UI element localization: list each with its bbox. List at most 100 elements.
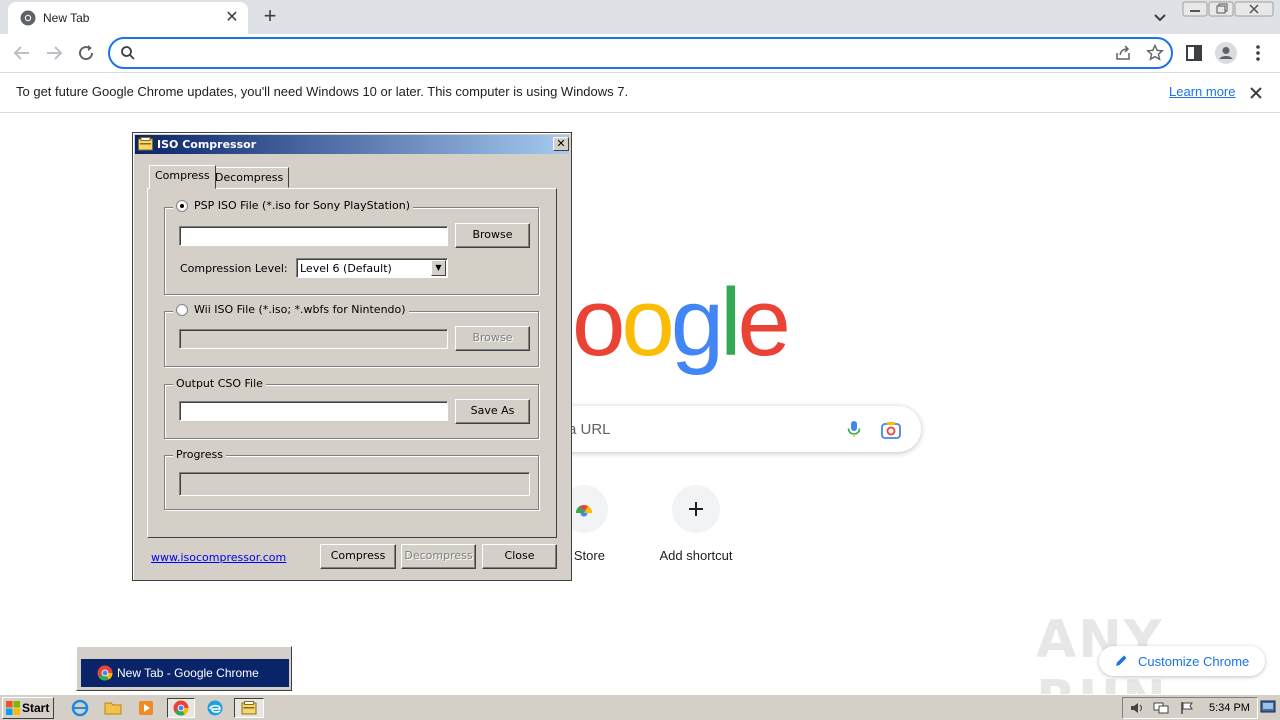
show-desktop-icon[interactable]: [1260, 698, 1276, 716]
customize-chrome-button[interactable]: Customize Chrome: [1099, 646, 1265, 676]
psp-browse-button[interactable]: Browse: [455, 223, 530, 248]
pencil-icon: [1116, 655, 1127, 666]
taskbar-item-chrome[interactable]: New Tab - Google Chrome: [81, 659, 289, 687]
windows-logo-icon: [6, 701, 20, 715]
progress-group: Progress: [164, 448, 539, 510]
dialog-close-icon[interactable]: ✕: [553, 137, 569, 151]
google-logo: oogle: [572, 268, 791, 378]
tab-compress[interactable]: Compress: [149, 165, 216, 189]
website-link[interactable]: www.isocompressor.com: [151, 551, 286, 564]
plus-icon: [689, 502, 703, 516]
internet-explorer-icon[interactable]: [69, 698, 91, 718]
update-infobar: To get future Google Chrome updates, you…: [0, 72, 1280, 113]
customize-chrome-label: Customize Chrome: [1138, 654, 1250, 669]
psp-file-input[interactable]: [179, 226, 448, 246]
wii-group: Wii ISO File (*.iso; *.wbfs for Nintendo…: [164, 303, 539, 367]
network-icon[interactable]: [1153, 701, 1169, 715]
wii-radio-label: Wii ISO File (*.iso; *.wbfs for Nintendo…: [194, 303, 406, 316]
close-button[interactable]: Close: [482, 544, 557, 569]
app-icon: [138, 137, 153, 151]
chrome-icon: [173, 700, 189, 716]
taskbar-clock[interactable]: 5:34 PM: [1209, 702, 1250, 714]
compress-tab-panel: PSP ISO File (*.iso for Sony PlayStation…: [147, 188, 557, 538]
system-tray: 5:34 PM: [1122, 697, 1258, 719]
tab-decompress[interactable]: Decompress: [209, 167, 290, 188]
psp-radio-button[interactable]: [176, 200, 188, 212]
start-button[interactable]: Start: [2, 697, 54, 719]
reload-icon[interactable]: [74, 41, 98, 65]
window-title-bar[interactable]: ISO Compressor ✕: [135, 135, 569, 154]
progress-group-label: Progress: [173, 448, 226, 461]
logo-letter: g: [670, 269, 724, 376]
wii-radio[interactable]: Wii ISO File (*.iso; *.wbfs for Nintendo…: [173, 303, 409, 316]
output-file-input[interactable]: [179, 401, 448, 421]
edge-icon[interactable]: [204, 698, 226, 718]
chrome-icon: [20, 10, 36, 26]
compression-level-select[interactable]: Level 6 (Default) ▼: [296, 258, 448, 278]
taskbar-window-list: New Tab - Google Chrome: [76, 646, 292, 691]
shortcut-icon-circle: [672, 485, 720, 533]
taskbar-iso-compressor-button[interactable]: [234, 698, 264, 718]
psp-group: PSP ISO File (*.iso for Sony PlayStation…: [164, 199, 539, 295]
restore-icon[interactable]: [1208, 1, 1234, 17]
compression-level-value: Level 6 (Default): [300, 262, 392, 275]
action-center-flag-icon[interactable]: [1179, 701, 1195, 715]
infobar-close-icon[interactable]: [1246, 83, 1266, 103]
new-tab-button[interactable]: +: [258, 5, 282, 29]
wii-browse-button: Browse: [455, 326, 530, 351]
tab-new-tab[interactable]: New Tab ✕: [8, 2, 248, 34]
output-group-label: Output CSO File: [173, 377, 266, 390]
chrome-icon: [97, 665, 113, 681]
search-icon: [121, 46, 135, 60]
add-shortcut-button[interactable]: Add shortcut: [640, 485, 752, 575]
chevron-down-icon[interactable]: [1150, 7, 1170, 27]
learn-more-link[interactable]: Learn more: [1169, 84, 1235, 99]
forward-icon[interactable]: [42, 41, 66, 65]
tab-strip: New Tab ✕ +: [0, 0, 1280, 34]
psp-radio[interactable]: PSP ISO File (*.iso for Sony PlayStation…: [173, 199, 413, 212]
microphone-icon[interactable]: [844, 419, 864, 439]
taskbar-chrome-button[interactable]: [167, 698, 195, 718]
tab-title: New Tab: [43, 11, 90, 25]
logo-letter: o: [572, 269, 625, 376]
logo-letter: e: [737, 269, 791, 376]
bookmark-star-icon[interactable]: [1146, 44, 1164, 62]
address-bar[interactable]: [108, 37, 1173, 69]
start-label: Start: [22, 701, 50, 715]
volume-icon[interactable]: [1129, 701, 1145, 715]
menu-kebab-icon[interactable]: [1246, 41, 1270, 65]
save-as-button[interactable]: Save As: [455, 399, 530, 424]
google-lens-icon[interactable]: [880, 419, 902, 441]
window-close-icon[interactable]: [1234, 1, 1274, 17]
folder-icon[interactable]: [102, 698, 124, 718]
tab-close-icon[interactable]: ✕: [222, 8, 242, 28]
ntp-search-placeholder: a URL: [568, 421, 611, 438]
browser-toolbar: [0, 34, 1280, 72]
compression-level-label: Compression Level:: [180, 262, 288, 275]
address-input[interactable]: [146, 43, 1106, 63]
psp-radio-label: PSP ISO File (*.iso for Sony PlayStation…: [194, 199, 410, 212]
compress-button[interactable]: Compress: [320, 544, 396, 569]
window-title: ISO Compressor: [157, 138, 257, 151]
wii-file-input: [179, 329, 448, 349]
wii-radio-button[interactable]: [176, 304, 188, 316]
infobar-message: To get future Google Chrome updates, you…: [16, 84, 629, 99]
app-icon: [241, 701, 257, 715]
minimize-icon[interactable]: [1182, 1, 1208, 17]
taskbar: Start 5:34 PM: [0, 694, 1280, 720]
logo-letter: o: [621, 269, 674, 376]
iso-compressor-window: ISO Compressor ✕ Compress Decompress PSP…: [132, 132, 572, 581]
taskbar-item-label: New Tab - Google Chrome: [117, 666, 259, 680]
web-store-icon: [575, 505, 593, 517]
share-icon[interactable]: [1114, 44, 1132, 62]
media-player-icon[interactable]: [135, 698, 157, 718]
progress-bar: [179, 472, 530, 496]
logo-letter: l: [720, 269, 741, 376]
dropdown-arrow-icon[interactable]: ▼: [431, 260, 446, 276]
profile-avatar-icon[interactable]: [1214, 41, 1238, 65]
back-icon[interactable]: [10, 41, 34, 65]
output-group: Output CSO File Save As: [164, 377, 539, 439]
shortcut-label: Add shortcut: [659, 548, 733, 563]
decompress-button: Decompress: [401, 544, 476, 569]
side-panel-icon[interactable]: [1182, 41, 1206, 65]
